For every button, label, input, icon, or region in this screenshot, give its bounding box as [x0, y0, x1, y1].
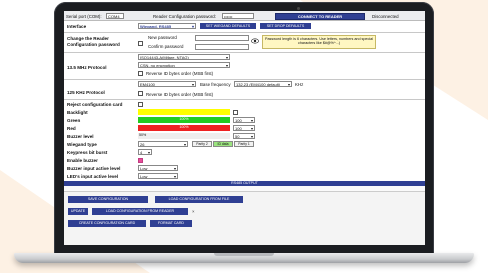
reject-config-checkbox[interactable] — [138, 101, 143, 107]
buzzer-active-level-select[interactable]: Low — [138, 165, 178, 171]
divider — [64, 52, 425, 53]
change-password-checkbox[interactable] — [138, 41, 143, 46]
connection-status: Disconnected — [372, 13, 399, 19]
red-label: Red — [67, 126, 76, 131]
serial-port-label: Serial port (COM): — [66, 13, 102, 19]
reader-password-label: Reader Configuration password: — [153, 13, 216, 19]
connection-bar: Serial port (COM): COM4 Reader Configura… — [64, 11, 425, 21]
green-level-select[interactable]: 100 — [233, 117, 255, 123]
wiegand-type-label: Wiegand type — [67, 142, 97, 147]
camera-icon — [297, 7, 300, 10]
load-from-reader-button[interactable]: LOAD CONFIGURATION FROM READER — [92, 208, 188, 215]
set-wiegand-defaults-button[interactable]: SET WIEGAND DEFAULTS — [200, 23, 256, 29]
protocol-13-select[interactable]: ISO14443-A(Mifare, NTAG) — [138, 54, 230, 60]
reverse-125-checkbox[interactable] — [138, 91, 143, 96]
create-config-card-button[interactable]: CREATE CONFIGURATION CARD — [68, 220, 146, 227]
update-button[interactable]: UPDATE — [68, 208, 88, 215]
backlight-label: Backlight — [67, 110, 88, 115]
buzzer-level-label: Buzzer level — [67, 134, 94, 139]
frequency-unit: KHz — [295, 82, 304, 87]
base-frequency-select[interactable]: 132.23 (EM4100 default) — [234, 81, 292, 87]
interface-label: Interface — [67, 24, 87, 29]
reader-password-input[interactable]: •••••• — [222, 13, 254, 19]
interface-select[interactable]: Wiegand, RS485 — [138, 23, 196, 29]
serial-port-select[interactable]: COM4 — [106, 13, 124, 19]
base-frequency-label: Base frequency — [200, 82, 231, 87]
reverse-13-checkbox[interactable] — [138, 70, 143, 76]
enable-buzzer-checkbox[interactable] — [138, 157, 143, 163]
protocol-125-select[interactable]: EM4100 — [138, 81, 196, 87]
buzzer-level-select[interactable]: 50 — [233, 133, 255, 139]
wiegand-type-select[interactable]: 26 — [138, 141, 188, 147]
backlight-color-bar[interactable] — [138, 109, 230, 115]
save-configuration-button[interactable]: SAVE CONFIGURATION — [68, 196, 148, 203]
id-data-tag: ID data — [213, 141, 233, 147]
reverse-13-label: Reverse ID bytes order (MSB first) — [146, 71, 214, 76]
change-password-label: Change the Reader Configuration password — [67, 36, 120, 47]
parity1-tag: Parity 1 — [234, 141, 254, 147]
encryption-select[interactable]: CSN, no encryption — [138, 62, 230, 68]
set-drop-defaults-button[interactable]: SET DROP DEFAULTS — [260, 23, 311, 29]
led-active-level-select[interactable]: Low — [138, 173, 178, 179]
new-password-label: New password — [148, 35, 177, 40]
green-label: Green — [67, 118, 81, 123]
password-note: Password length is 6 characters. Use let… — [262, 35, 376, 49]
parity2-tag: Parity 2 — [192, 141, 212, 147]
laptop-notch — [214, 253, 274, 256]
confirm-password-input[interactable] — [195, 43, 249, 50]
buzzer-level-bar[interactable]: 50% — [138, 133, 230, 139]
divider — [64, 99, 425, 100]
reverse-125-label: Reverse ID bytes order (MSB first) — [146, 91, 214, 97]
new-password-input[interactable] — [195, 34, 249, 41]
backlight-checkbox[interactable] — [233, 109, 238, 115]
keypress-select[interactable]: 4 — [138, 149, 152, 155]
keypress-label: Keypress bit burst — [67, 150, 108, 155]
reject-config-label: Reject configuration card — [67, 102, 123, 107]
connect-button[interactable]: CONNECT TO READER — [275, 12, 365, 20]
protocol-13-label: 13.5 MHz Protocol — [67, 65, 107, 70]
protocol-125-label: 125 KHz Protocol — [67, 90, 105, 95]
load-from-file-button[interactable]: LOAD CONFIGURATION FROM FILE — [155, 196, 243, 203]
divider — [64, 79, 425, 80]
divider — [64, 32, 425, 33]
red-level-select[interactable]: 100 — [233, 125, 255, 131]
format-card-button[interactable]: FORMAT CARD — [150, 220, 192, 227]
confirm-password-label: Confirm password — [148, 44, 184, 49]
app-window: Serial port (COM): COM4 Reader Configura… — [64, 11, 425, 245]
close-mark[interactable]: × — [192, 209, 195, 214]
buzzer-active-level-label: Buzzer input active level — [67, 166, 121, 171]
eye-icon[interactable] — [251, 38, 259, 44]
red-level-bar[interactable]: 100% — [138, 125, 230, 131]
led-active-level-label: LED's input active level — [67, 174, 119, 179]
enable-buzzer-label: Enable buzzer — [67, 158, 98, 163]
green-level-bar[interactable]: 100% — [138, 117, 230, 123]
